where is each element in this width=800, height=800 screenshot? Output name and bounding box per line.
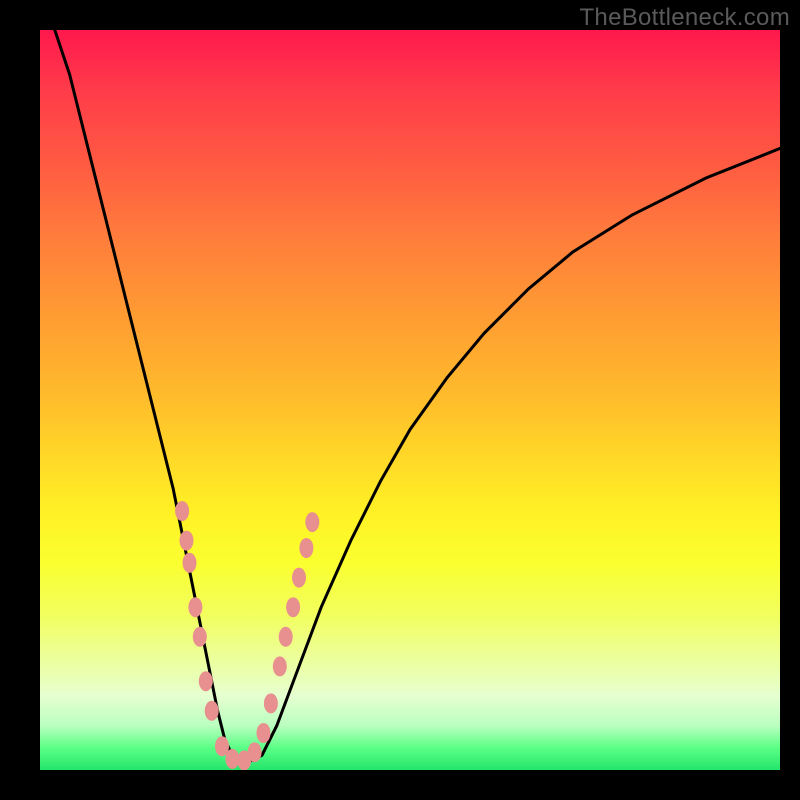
marker-dot (279, 627, 293, 647)
marker-dot (188, 597, 202, 617)
marker-dot (286, 597, 300, 617)
chart-overlay (40, 30, 780, 770)
marker-dot (273, 656, 287, 676)
marker-dot (299, 538, 313, 558)
markers-group (175, 501, 319, 770)
marker-dot (199, 671, 213, 691)
marker-dot (257, 723, 271, 743)
marker-dot (264, 693, 278, 713)
marker-dot (248, 742, 262, 762)
marker-dot (193, 627, 207, 647)
watermark-text: TheBottleneck.com (579, 4, 790, 32)
marker-dot (183, 553, 197, 573)
bottleneck-curve (55, 30, 780, 763)
marker-dot (292, 568, 306, 588)
marker-dot (305, 512, 319, 532)
marker-dot (180, 531, 194, 551)
marker-dot (205, 701, 219, 721)
chart-wrap: TheBottleneck.com (0, 0, 800, 800)
marker-dot (175, 501, 189, 521)
